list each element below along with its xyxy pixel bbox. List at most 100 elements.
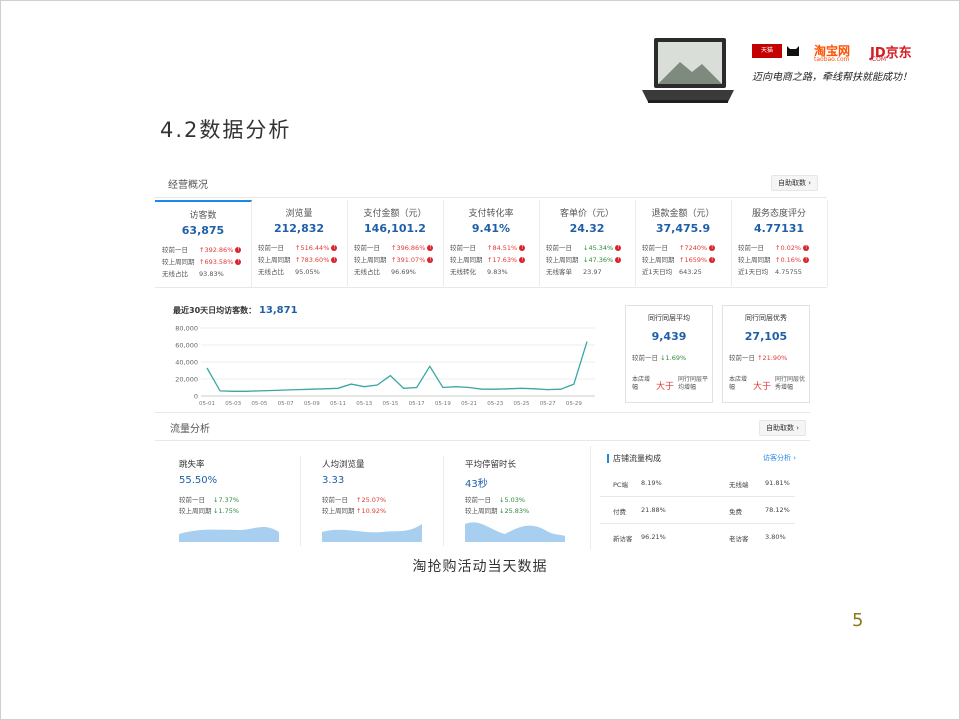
- traffic-composition-title: 店铺流量构成: [607, 453, 661, 464]
- metric-compare-label: 较前一日: [354, 244, 380, 252]
- traffic-compare-row: 较前一日 ↓7.37%: [179, 494, 239, 504]
- visitor-chart-avg: 13,871: [258, 305, 298, 316]
- metric-value: 9.41%: [471, 222, 511, 235]
- metric-compare-label: 较前一日: [450, 244, 476, 252]
- jd-logo-sub: .COM: [870, 56, 886, 63]
- traffic-metric: 人均浏览量 3.33 较前一日 ↑25.07% 较上周同期 ↑10.92%: [322, 456, 452, 546]
- x-tick-label: 05-13: [356, 401, 372, 407]
- brand-logos: 天猫 TMALL.COM 淘宝网 taobao.com JD京东 .COM 迈向…: [752, 44, 932, 84]
- x-tick-label: 05-29: [566, 401, 582, 407]
- metric-compare-value: ↑0.16%: [775, 256, 802, 264]
- page-number: 5: [852, 610, 864, 631]
- metric-compare-row: 较前一日 ↓45.34%!: [546, 242, 622, 252]
- metric-compare-label: 较前一日: [642, 244, 668, 252]
- metric-card[interactable]: 支付金额（元） 146,101.2 较前一日 ↑396.86%! 较上周同期 ↑391.0…: [347, 200, 444, 286]
- traffic-metric: 平均停留时长 43秒 较前一日 ↓5.03% 较上周同期 ↓25.83%: [465, 456, 595, 546]
- metric-name: 客单价（元）: [559, 209, 614, 219]
- metric-compare-value: ↑84.51%: [487, 244, 518, 252]
- composition-value: 91.81%: [765, 479, 790, 487]
- peer-store-label: 本店增幅: [729, 376, 748, 391]
- metric-compare-row: 较前一日 ↑7240%!: [642, 242, 716, 252]
- alert-dot-icon: !: [519, 257, 526, 263]
- y-tick-label: 80,000: [175, 325, 198, 333]
- metric-compare-value: 9.83%: [487, 268, 508, 276]
- metric-compare-row: 无线占比 96.69%: [354, 266, 416, 276]
- metric-compare-label: 无线占比: [162, 270, 188, 278]
- metric-compare-value: ↓47.36%: [583, 256, 614, 264]
- visitor-analysis-link[interactable]: 访客分析 ›: [763, 453, 796, 463]
- metric-compare-row: 较上周同期 ↑17.63%!: [450, 254, 526, 264]
- metric-card[interactable]: 退款金额（元） 37,475.9 较前一日 ↑7240%! 较上周同期 ↑1659%! 近1…: [635, 200, 732, 286]
- alert-dot-icon: !: [709, 245, 716, 251]
- metric-compare-row: 无线转化 9.83%: [450, 266, 508, 276]
- composition-row-divider: [600, 523, 795, 524]
- metric-compare-row: 近1天日均 4.75755: [738, 266, 802, 276]
- metric-compare-value: ↑1659%: [679, 256, 708, 264]
- composition-label: 免费: [729, 508, 742, 516]
- metric-card[interactable]: 访客数 63,875 较前一日 ↑392.86%! 较上周同期 ↑693.58%! 无线占比…: [155, 200, 252, 288]
- slide-caption: 淘抢购活动当天数据: [412, 559, 548, 575]
- composition-value: 8.19%: [641, 479, 662, 487]
- slide-heading: 4.2数据分析: [160, 118, 292, 142]
- composition-label: 老访客: [729, 535, 749, 543]
- alert-dot-icon: !: [331, 257, 338, 263]
- metric-compare-row: 较上周同期 ↑391.07%!: [354, 254, 434, 264]
- metric-name: 访客数: [189, 211, 217, 221]
- alert-dot-icon: !: [803, 257, 810, 263]
- metric-compare-value: ↑7240%: [679, 244, 708, 252]
- metric-compare-row: 较上周同期 ↑783.60%!: [258, 254, 338, 264]
- metric-compare-label: 较前一日: [546, 244, 572, 252]
- metric-name: 支付转化率: [468, 209, 514, 219]
- metric-compare-label: 较前一日: [738, 244, 764, 252]
- y-tick-label: 0: [194, 393, 198, 401]
- metric-compare-value: ↓45.34%: [583, 244, 614, 252]
- traffic-compare-label: 较前一日: [465, 496, 491, 504]
- metric-compare-value: ↑0.02%: [775, 244, 802, 252]
- x-tick-label: 05-21: [461, 401, 477, 407]
- metric-name: 支付金额（元）: [363, 209, 427, 219]
- metric-compare-row: 较前一日 ↑84.51%!: [450, 242, 526, 252]
- alert-dot-icon: !: [331, 245, 338, 251]
- overview-help-button[interactable]: 自助取数 ›: [771, 175, 819, 191]
- traffic-compare-label: 较前一日: [322, 496, 348, 504]
- metric-value: 146,101.2: [364, 222, 426, 235]
- metric-compare-value: ↑391.07%: [391, 256, 426, 264]
- tmall-cat-icon: [787, 46, 799, 56]
- metric-compare-label: 近1天日均: [642, 268, 673, 276]
- x-tick-label: 05-09: [304, 401, 320, 407]
- metric-card[interactable]: 浏览量 212,832 较前一日 ↑516.44%! 较上周同期 ↑783.60%! 无线占…: [251, 200, 348, 286]
- metric-name: 服务态度评分: [751, 209, 806, 219]
- metric-compare-row: 较上周同期 ↑693.58%!: [162, 256, 242, 266]
- composition-title-bar: [607, 454, 609, 463]
- composition-value: 96.21%: [641, 533, 666, 541]
- peer-value: 27,105: [744, 330, 788, 343]
- sparkline-area: [322, 524, 422, 542]
- metric-card[interactable]: 服务态度评分 4.77131 较前一日 ↑0.02%! 较上周同期 ↑0.16%! 近1天日…: [731, 200, 828, 286]
- metric-compare-label: 较上周同期: [162, 258, 195, 266]
- y-tick-label: 40,000: [175, 359, 198, 367]
- metric-compare-row: 近1天日均 643.25: [642, 266, 702, 276]
- alert-dot-icon: !: [519, 245, 526, 251]
- traffic-metric-name: 人均浏览量: [322, 460, 365, 470]
- metric-compare-value: 95.05%: [295, 268, 320, 276]
- traffic-metric-name: 跳失率: [179, 460, 205, 470]
- metric-compare-label: 较前一日: [258, 244, 284, 252]
- alert-dot-icon: !: [427, 245, 434, 251]
- alert-dot-icon: !: [615, 257, 622, 263]
- metric-card[interactable]: 客单价（元） 24.32 较前一日 ↓45.34%! 较上周同期 ↓47.36%! 无线客单…: [539, 200, 636, 286]
- peer-compare-value: ↓1.69%: [660, 354, 687, 362]
- metric-name: 浏览量: [285, 209, 313, 219]
- x-tick-label: 05-17: [409, 401, 425, 407]
- peer-benchmark-label: 同行同层优秀增幅: [775, 376, 806, 391]
- alert-dot-icon: !: [709, 257, 716, 263]
- metric-compare-value: 93.83%: [199, 270, 224, 278]
- x-tick-label: 05-19: [435, 401, 451, 407]
- metric-compare-row: 无线占比 95.05%: [258, 266, 320, 276]
- sparkline-area: [179, 526, 279, 542]
- metric-card[interactable]: 支付转化率 9.41% 较前一日 ↑84.51%! 较上周同期 ↑17.63%! 无线转化 9…: [443, 200, 540, 286]
- traffic-help-button[interactable]: 自助取数 ›: [759, 420, 807, 436]
- overview-title: 经营概况: [168, 180, 208, 191]
- peer-card: 同行同层平均 9,439 较前一日 ↓1.69% 本店增幅 大于 同行同层平均增幅: [625, 305, 713, 403]
- traffic-compare-value: ↑25.07%: [356, 496, 387, 504]
- x-tick-label: 05-07: [278, 401, 294, 407]
